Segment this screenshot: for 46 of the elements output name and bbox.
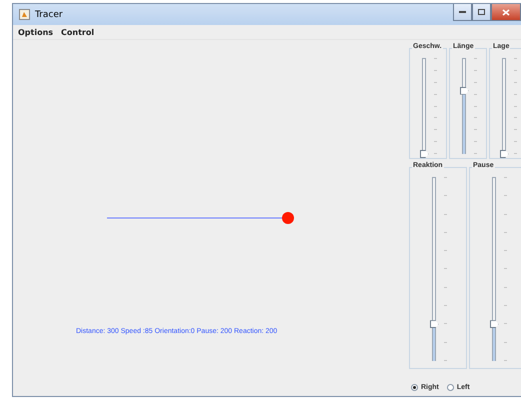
maximize-button[interactable]: [472, 4, 491, 21]
tick-mark: [444, 305, 446, 306]
slider[interactable]: [490, 177, 498, 361]
tick-mark: [474, 153, 476, 154]
menu-item[interactable]: Options: [18, 28, 54, 36]
tick-mark: [474, 141, 476, 142]
tick-mark: [504, 286, 506, 288]
tick-mark: [444, 250, 446, 252]
tick-mark: [434, 70, 436, 71]
tick-mark: [444, 360, 446, 361]
tick-mark: [434, 141, 436, 142]
slider[interactable]: [430, 177, 438, 361]
maximize-icon: [478, 9, 485, 15]
tick-mark: [514, 153, 516, 154]
minimize-button[interactable]: [453, 4, 472, 21]
tick-mark: [444, 232, 446, 233]
slider[interactable]: [460, 58, 468, 154]
tick-mark: [504, 250, 506, 252]
slider-thumb[interactable]: [420, 150, 428, 158]
slider-thumb[interactable]: [430, 320, 438, 328]
slider-thumb[interactable]: [460, 86, 468, 95]
tick-mark: [504, 177, 506, 178]
tick-mark: [504, 360, 506, 361]
slider-thumb[interactable]: [500, 150, 508, 158]
tick-mark: [434, 58, 436, 59]
tick-mark: [474, 70, 476, 71]
menu-item[interactable]: Control: [61, 28, 94, 36]
tick-mark: [514, 82, 516, 83]
tick-mark: [514, 70, 516, 71]
tick-mark: [434, 153, 436, 154]
minimize-icon: [459, 10, 466, 14]
window-title: Tracer: [35, 10, 63, 20]
app-icon: [19, 9, 30, 20]
tick-mark: [514, 141, 516, 142]
tick-mark: [474, 58, 476, 59]
tick-mark: [504, 232, 506, 233]
tick-mark: [434, 82, 436, 83]
close-button[interactable]: [491, 4, 521, 21]
slider-thumb[interactable]: [490, 320, 498, 328]
tick-mark: [474, 82, 476, 83]
trace-dot: [282, 212, 294, 224]
tick-mark: [504, 305, 506, 306]
tick-mark: [444, 177, 446, 178]
tick-mark: [514, 58, 516, 59]
tick-mark: [444, 286, 446, 288]
close-icon: [502, 8, 510, 16]
